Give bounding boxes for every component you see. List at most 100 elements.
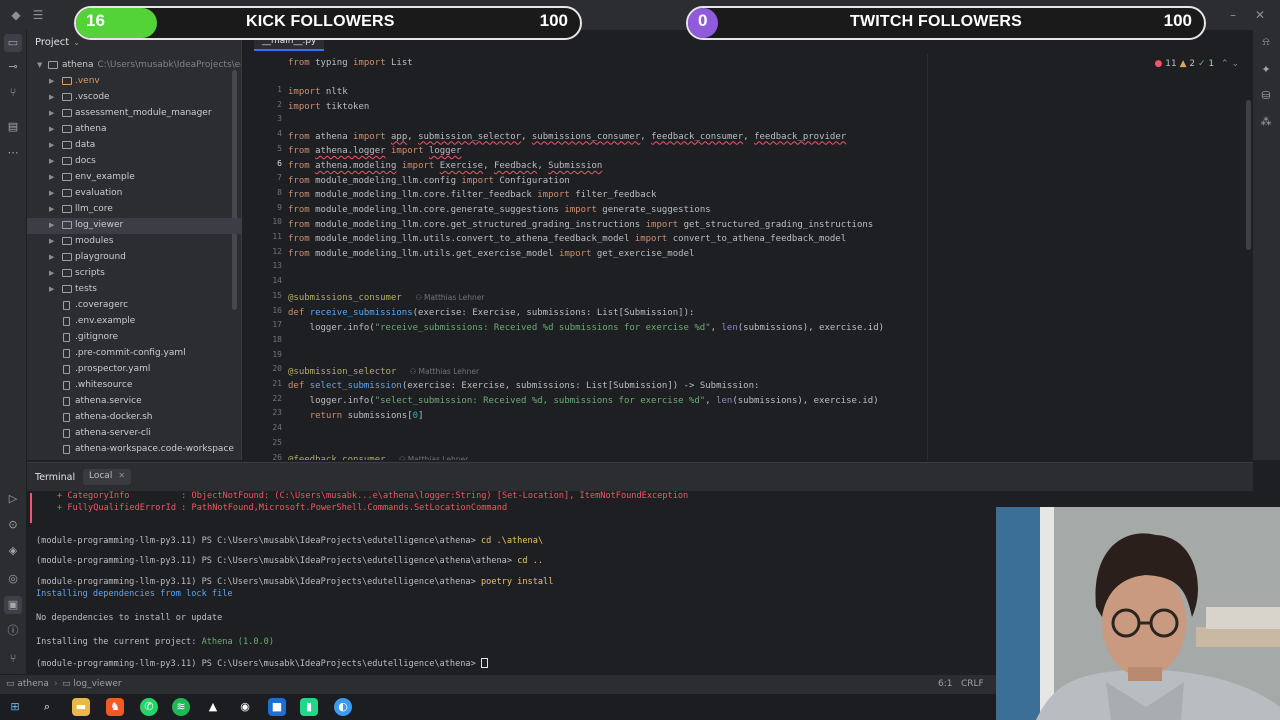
code-line[interactable]: def receive_submissions(exercise: Exerci… [288, 308, 694, 318]
jetbrains-toolbox-icon[interactable]: ■ [268, 698, 286, 716]
breadcrumb[interactable]: ▭ athena [6, 679, 49, 689]
code-author-hint[interactable]: Matthias Lehner [419, 367, 480, 376]
code-line[interactable]: def select_submission(exercise: Exercise… [288, 381, 759, 391]
file-explorer-icon[interactable]: ▬ [72, 698, 90, 716]
tree-item[interactable]: .coveragerc [27, 298, 241, 314]
tree-item[interactable]: ▶ scripts [27, 266, 241, 282]
expand-arrow-icon[interactable]: ▶ [49, 125, 54, 133]
tree-item[interactable]: ▶ env_example [27, 170, 241, 186]
caret-position[interactable]: 6:1 [938, 679, 952, 689]
code-line[interactable]: logger.info("select_submission: Received… [288, 396, 879, 406]
tree-item[interactable]: .prospector.yaml [27, 362, 241, 378]
python-console-icon[interactable]: ⊙ [4, 516, 22, 534]
expand-arrow-icon[interactable]: ▶ [49, 173, 54, 181]
code-line[interactable]: from module_modeling_llm.config import C… [288, 176, 570, 186]
tree-item[interactable]: athena-server-cli [27, 426, 241, 442]
terminal-tool-icon[interactable]: ▣ [4, 596, 22, 614]
tree-item[interactable]: ▶ .vscode [27, 90, 241, 106]
code-line[interactable]: import tiktoken [288, 102, 369, 112]
code-line[interactable]: from module_modeling_llm.core.get_struct… [288, 220, 873, 230]
code-author-hint[interactable]: Matthias Lehner [424, 293, 485, 302]
code-line[interactable]: from module_modeling_llm.utils.convert_t… [288, 234, 846, 244]
terminal-input-line[interactable]: (module-programming-llm-py3.11) PS C:\Us… [36, 658, 488, 669]
tree-item[interactable]: .env.example [27, 314, 241, 330]
edge-icon[interactable]: ◐ [334, 698, 352, 716]
structure-icon[interactable]: ▤ [4, 118, 22, 136]
code-line[interactable]: from module_modeling_llm.utils.get_exerc… [288, 249, 694, 259]
tree-item[interactable]: ▶ athena [27, 122, 241, 138]
code-line[interactable]: return submissions[0] [288, 411, 424, 421]
tree-item[interactable]: athena.service [27, 394, 241, 410]
project-tool-icon[interactable]: ▭ [4, 34, 22, 52]
code-line[interactable]: from athena.modeling import Exercise, Fe… [288, 161, 602, 171]
expand-arrow-icon[interactable]: ▶ [49, 157, 54, 165]
code-line[interactable]: from athena.logger import logger [288, 146, 461, 156]
search-icon[interactable]: ⌕ [38, 698, 56, 716]
expand-arrow-icon[interactable]: ▶ [49, 141, 54, 149]
expand-arrow-icon[interactable]: ▶ [49, 109, 54, 117]
app-icon[interactable]: ▲ [204, 698, 222, 716]
commit-tool-icon[interactable]: ⊸ [4, 58, 22, 76]
ai-assistant-icon[interactable]: ✦ [1258, 62, 1274, 78]
obs-icon[interactable]: ◉ [236, 698, 254, 716]
expand-arrow-icon[interactable]: ▶ [49, 93, 54, 101]
tree-item[interactable]: .whitesource [27, 378, 241, 394]
tree-item[interactable]: ▶ modules [27, 234, 241, 250]
tree-item[interactable]: ▶ assessment_module_manager [27, 106, 241, 122]
python-packages-icon[interactable]: ◈ [4, 542, 22, 560]
line-separator[interactable]: CRLF [961, 679, 984, 689]
code-line[interactable]: from module_modeling_llm.core.generate_s… [288, 205, 711, 215]
expand-arrow-icon[interactable]: ▶ [49, 285, 54, 293]
code-author-hint[interactable]: Matthias Lehner [408, 455, 469, 460]
tree-item[interactable]: ▶ tests [27, 282, 241, 298]
tree-item[interactable]: .pre-commit-config.yaml [27, 346, 241, 362]
minimize-icon[interactable]: – [1225, 7, 1241, 23]
tree-item[interactable]: ▶ llm_core [27, 202, 241, 218]
tree-item[interactable]: ▶ docs [27, 154, 241, 170]
spotify-icon[interactable]: ≋ [172, 698, 190, 716]
git-icon[interactable]: ⑂ [4, 650, 22, 668]
code-line[interactable]: @submission_selector ⚇ Matthias Lehner [288, 367, 479, 377]
expand-arrow-icon[interactable]: ▶ [49, 221, 54, 229]
expand-arrow-icon[interactable]: ▶ [49, 205, 54, 213]
pull-request-icon[interactable]: ⑂ [4, 84, 22, 102]
services-icon[interactable]: ◎ [4, 570, 22, 588]
notifications-icon[interactable]: ⍾ [1258, 34, 1274, 50]
tree-item[interactable]: ▶ evaluation [27, 186, 241, 202]
code-line[interactable]: import nltk [288, 87, 348, 97]
more-tools-icon[interactable]: ⋯ [4, 144, 22, 162]
code-line[interactable]: from athena import app, submission_selec… [288, 132, 846, 142]
tree-item[interactable]: athena-docker.sh [27, 410, 241, 426]
code-line[interactable]: from typing import List [288, 58, 413, 68]
code-line[interactable]: @feedback_consumer ⚇ Matthias Lehner [288, 455, 468, 460]
inspection-widget[interactable]: ● 11 ▲ 2 ✓ 1 ⌃ ⌄ [1155, 59, 1239, 69]
main-menu-icon[interactable]: ☰ [30, 7, 46, 23]
tree-item[interactable]: ▶ data [27, 138, 241, 154]
breadcrumb[interactable]: ▭ log_viewer [62, 679, 122, 689]
expand-arrow-icon[interactable]: ▶ [49, 237, 54, 245]
database-icon[interactable]: ⛁ [1258, 88, 1274, 104]
plugins-icon[interactable]: ⁂ [1258, 114, 1274, 130]
tree-root[interactable]: ▼ athena C:\Users\musabk\IdeaProjects\edu [27, 58, 241, 74]
run-icon[interactable]: ▷ [4, 490, 22, 508]
editor-scrollbar[interactable] [1246, 100, 1251, 250]
expand-arrow-icon[interactable]: ▶ [49, 189, 54, 197]
code-line[interactable]: @submissions_consumer ⚇ Matthias Lehner [288, 293, 485, 303]
problems-icon[interactable]: ⓘ [4, 622, 22, 640]
terminal-tab-local[interactable]: Local ✕ [83, 469, 132, 485]
code-line[interactable]: logger.info("receive_submissions: Receiv… [288, 323, 884, 333]
tree-item[interactable]: ▶ playground [27, 250, 241, 266]
tree-item[interactable]: athena-workspace.code-workspace [27, 442, 241, 458]
close-window-icon[interactable]: ✕ [1252, 7, 1268, 23]
pycharm-icon[interactable]: ▮ [300, 698, 318, 716]
expand-arrow-icon[interactable]: ▶ [49, 269, 54, 277]
brave-browser-icon[interactable]: ♞ [106, 698, 124, 716]
tree-item[interactable]: ▶ log_viewer [27, 218, 241, 234]
tree-item[interactable]: ▶ .venv [27, 74, 241, 90]
code-line[interactable]: from module_modeling_llm.core.filter_fee… [288, 190, 656, 200]
tree-item[interactable]: .gitignore [27, 330, 241, 346]
expand-arrow-icon[interactable]: ▶ [49, 253, 54, 261]
expand-arrow-icon[interactable]: ▶ [49, 77, 54, 85]
whatsapp-icon[interactable]: ✆ [140, 698, 158, 716]
close-icon[interactable]: ✕ [118, 471, 125, 480]
